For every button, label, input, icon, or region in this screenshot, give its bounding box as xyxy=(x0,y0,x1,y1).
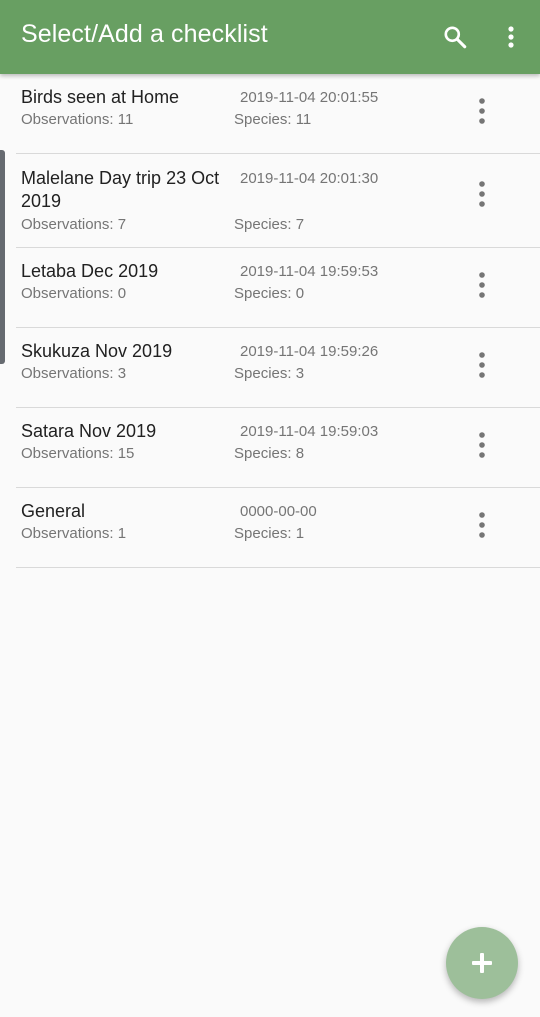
checklist-item[interactable]: Satara Nov 2019 2019-11-04 19:59:03 Observ… xyxy=(16,408,540,488)
species-count: Species: 11 xyxy=(234,111,312,128)
checklist-date: 0000-00-00 xyxy=(240,503,317,520)
item-menu-button[interactable] xyxy=(462,91,502,131)
checklist-item[interactable]: Birds seen at Home 2019-11-04 20:01:55 Obs… xyxy=(16,74,540,154)
plus-icon xyxy=(472,953,492,973)
checklist-date: 2019-11-04 19:59:26 xyxy=(240,343,379,360)
add-checklist-button[interactable] xyxy=(446,927,518,999)
checklist-item[interactable]: Malelane Day trip 23 Oct 2019 2019-11-04 … xyxy=(16,154,540,248)
species-count: Species: 1 xyxy=(234,525,305,542)
checklist-item[interactable]: Letaba Dec 2019 2019-11-04 19:59:53 Observ… xyxy=(16,248,540,328)
edge-panel-handle[interactable] xyxy=(0,150,5,364)
species-count: Species: 0 xyxy=(234,285,305,302)
checklist-name: Satara Nov 2019 xyxy=(21,421,157,441)
item-menu-button[interactable] xyxy=(462,345,502,385)
more-vert-icon xyxy=(479,272,485,298)
search-button[interactable] xyxy=(431,13,479,61)
checklist-name: Letaba Dec 2019 xyxy=(21,261,159,281)
more-vert-icon xyxy=(479,512,485,538)
page-title: Select/Add a checklist xyxy=(21,20,268,48)
observations-count: Observations: 15 xyxy=(21,445,135,462)
observations-count: Observations: 3 xyxy=(21,365,127,382)
overflow-menu-button[interactable] xyxy=(487,13,535,61)
checklist-name: General xyxy=(21,501,86,521)
observations-count: Observations: 7 xyxy=(21,216,127,233)
checklist-name: Birds seen at Home xyxy=(21,87,180,107)
more-vert-icon xyxy=(479,181,485,207)
species-count: Species: 7 xyxy=(234,216,305,233)
search-icon xyxy=(444,26,467,49)
item-menu-button[interactable] xyxy=(462,265,502,305)
more-vert-icon xyxy=(508,26,514,48)
checklist-date: 2019-11-04 20:01:30 xyxy=(240,170,379,187)
checklist-date: 2019-11-04 19:59:03 xyxy=(240,423,379,440)
checklist-name: Malelane Day trip 23 Oct 2019 xyxy=(21,168,220,211)
checklist-date: 2019-11-04 19:59:53 xyxy=(240,263,379,280)
checklist-name: Skukuza Nov 2019 xyxy=(21,341,173,361)
checklist-date: 2019-11-04 20:01:55 xyxy=(240,89,379,106)
more-vert-icon xyxy=(479,432,485,458)
item-menu-button[interactable] xyxy=(462,174,502,214)
checklist-list: Birds seen at Home 2019-11-04 20:01:55 Obs… xyxy=(0,74,540,568)
checklist-item[interactable]: Skukuza Nov 2019 2019-11-04 19:59:26 Obser… xyxy=(16,328,540,408)
observations-count: Observations: 0 xyxy=(21,285,127,302)
species-count: Species: 8 xyxy=(234,445,305,462)
more-vert-icon xyxy=(479,352,485,378)
more-vert-icon xyxy=(479,98,485,124)
observations-count: Observations: 1 xyxy=(21,525,127,542)
app-bar: Select/Add a checklist xyxy=(0,0,540,74)
item-menu-button[interactable] xyxy=(462,505,502,545)
observations-count: Observations: 11 xyxy=(21,111,134,128)
species-count: Species: 3 xyxy=(234,365,305,382)
checklist-item[interactable]: General 0000-00-00 Observations: 1 Species:… xyxy=(16,488,540,568)
item-menu-button[interactable] xyxy=(462,425,502,465)
